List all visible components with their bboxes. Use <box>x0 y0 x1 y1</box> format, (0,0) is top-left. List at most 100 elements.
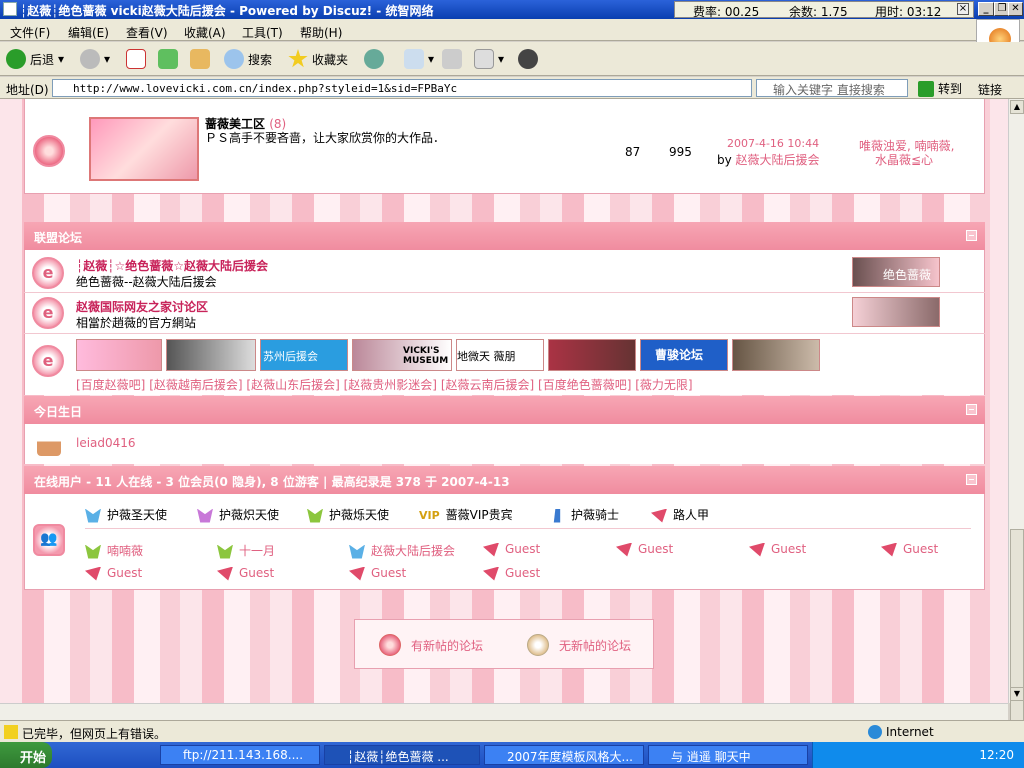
text-link[interactable]: [赵薇山东后援会] <box>246 378 339 392</box>
home-button[interactable] <box>190 47 210 71</box>
online-users-icon: 👥 <box>33 524 65 556</box>
collapse-icon[interactable] <box>966 474 977 485</box>
menu-help[interactable]: 帮助(H) <box>300 24 342 41</box>
banner-thumb[interactable] <box>166 339 256 371</box>
minimize-button[interactable]: _ <box>978 2 994 16</box>
online-header: 在线用户 - 11 人在线 - 3 位会员(0 隐身), 8 位游客 | 最高纪… <box>24 466 985 494</box>
print-button[interactable] <box>442 47 462 71</box>
close-button[interactable]: ✕ <box>1008 2 1023 16</box>
banner-thumb[interactable] <box>548 339 636 371</box>
alliance-link-1[interactable]: ┆赵薇┆☆绝色蔷薇☆赵薇大陆后援会 <box>76 257 268 274</box>
task-ftp[interactable]: ftp://211.143.168.... <box>160 745 320 765</box>
address-label: 地址(D) <box>6 83 49 97</box>
text-link[interactable]: [赵薇越南后援会] <box>149 378 242 392</box>
alliance-title: 联盟论坛 <box>34 231 83 245</box>
banner-thumb[interactable]: 苏州后援会 <box>260 339 348 371</box>
history-button[interactable] <box>364 47 384 71</box>
refresh-button[interactable] <box>158 47 178 71</box>
online-user[interactable]: Guest <box>239 566 274 580</box>
forum-desc: ＰＳ高手不要吝啬，让大家欣赏你的大作品． <box>205 131 446 145</box>
online-user[interactable]: Guest <box>505 542 540 556</box>
forum-topics: 87 <box>625 145 641 159</box>
row-divider <box>24 292 985 293</box>
online-user[interactable]: Guest <box>638 542 673 556</box>
favorites-button[interactable]: 收藏夹 <box>288 47 348 71</box>
edit-button[interactable]: ▾ <box>474 47 504 71</box>
last-post-date[interactable]: 2007-4-16 10:44 <box>727 137 819 150</box>
online-title: 在线用户 - 11 人在线 - 3 位会员(0 隐身), 8 位游客 | 最高纪… <box>34 475 510 489</box>
online-user[interactable]: Guest <box>371 566 406 580</box>
status-bar: 已完毕，但网页上有错误。 Internet <box>0 720 1024 742</box>
quick-search-input[interactable]: 输入关键字 直接搜索 <box>756 79 908 97</box>
refresh-icon <box>158 49 178 69</box>
passerby-icon <box>483 542 499 557</box>
warning-icon[interactable] <box>4 725 18 739</box>
online-user-list: 喃喃薇 十一月 赵薇大陆后援会 Guest Guest Guest Guest … <box>85 542 975 586</box>
taskbar: 开始 ftp://211.143.168.... ┆赵薇┆绝色蔷薇 ... 20… <box>0 742 1024 768</box>
banner-thumb[interactable]: 地微天 薇朋 <box>456 339 544 371</box>
text-link[interactable]: [百度赵薇吧] <box>76 378 145 392</box>
row-divider <box>24 333 985 334</box>
back-button[interactable]: 后退 ▾ <box>6 47 64 71</box>
address-input[interactable]: http://www.lovevicki.com.cn/index.php?st… <box>52 79 752 97</box>
search-icon <box>224 49 244 69</box>
close-icon[interactable]: × <box>957 3 969 15</box>
forum-moderators-2[interactable]: 水晶薇≦心 <box>875 151 933 168</box>
task-chat[interactable]: 与 逍遥 聊天中 <box>648 745 808 765</box>
online-user[interactable]: 十一月 <box>239 544 275 558</box>
banner-thumb[interactable] <box>732 339 820 371</box>
legend-2: 护薇炽天使 <box>219 508 280 522</box>
alliance-banner-2[interactable] <box>852 297 940 327</box>
scroll-up-icon[interactable]: ▲ <box>1010 100 1024 114</box>
globe-icon <box>868 725 882 739</box>
birthday-user[interactable]: leiad0416 <box>76 436 136 450</box>
stop-button[interactable] <box>126 47 146 71</box>
text-link[interactable]: [薇力无限] <box>635 378 692 392</box>
search-label: 搜索 <box>248 52 273 67</box>
passerby-icon <box>217 566 233 581</box>
text-link[interactable]: [百度绝色蔷薇吧] <box>538 378 631 392</box>
collapse-icon[interactable] <box>966 230 977 241</box>
task-template[interactable]: 2007年度模板风格大... <box>484 745 644 765</box>
go-button[interactable]: 转到 <box>918 80 962 97</box>
task-forum[interactable]: ┆赵薇┆绝色蔷薇 ... <box>324 745 480 765</box>
banner-thumb[interactable] <box>76 339 162 371</box>
game-button[interactable] <box>518 47 538 71</box>
banner-thumb[interactable]: VICKI'S MUSEUM <box>352 339 452 371</box>
online-user[interactable]: Guest <box>505 566 540 580</box>
legend-3: 护薇烁天使 <box>329 508 390 522</box>
stop-icon <box>126 49 146 69</box>
menu-view[interactable]: 查看(V) <box>126 24 168 41</box>
online-user[interactable]: Guest <box>903 542 938 556</box>
game-icon <box>518 49 538 69</box>
start-button[interactable]: 开始 <box>0 742 52 768</box>
vertical-scrollbar[interactable]: ▲ ▼ <box>1008 99 1024 759</box>
forward-button[interactable]: ▾ <box>80 47 110 71</box>
online-user[interactable]: Guest <box>107 566 142 580</box>
online-user[interactable]: 喃喃薇 <box>107 544 143 558</box>
status-zone: Internet <box>886 725 934 739</box>
alliance-link-2[interactable]: 赵薇国际网友之家讨论区 <box>76 298 208 315</box>
birthday-header: 今日生日 <box>24 396 985 424</box>
mail-button[interactable]: ▾ <box>404 47 434 71</box>
search-button[interactable]: 搜索 <box>224 47 272 71</box>
alliance-desc-2: 相當於趙薇的官方網站 <box>76 316 197 330</box>
alliance-banner-1[interactable]: 绝色蔷薇 <box>852 257 940 287</box>
collapse-icon[interactable] <box>966 404 977 415</box>
banner-thumb[interactable]: 曹骏论坛 <box>640 339 728 371</box>
text-link[interactable]: [赵薇贵州影迷会] <box>344 378 437 392</box>
forum-e-icon: e <box>32 297 64 329</box>
text-link[interactable]: [赵薇云南后援会] <box>441 378 534 392</box>
alliance-header: 联盟论坛 <box>24 222 985 250</box>
menu-favorites[interactable]: 收藏(A) <box>184 24 226 41</box>
scroll-down-icon[interactable]: ▼ <box>1010 687 1024 701</box>
online-user[interactable]: Guest <box>771 542 806 556</box>
links-button[interactable]: 链接 <box>978 81 1002 98</box>
menu-tools[interactable]: 工具(T) <box>242 24 283 41</box>
online-user[interactable]: 赵薇大陆后援会 <box>371 544 455 558</box>
last-post-author[interactable]: 赵薇大陆后援会 <box>736 153 820 167</box>
menu-edit[interactable]: 编辑(E) <box>68 24 109 41</box>
vip-icon: VIP <box>419 509 440 522</box>
horizontal-scrollbar[interactable] <box>0 703 1008 720</box>
menu-file[interactable]: 文件(F) <box>10 24 50 41</box>
